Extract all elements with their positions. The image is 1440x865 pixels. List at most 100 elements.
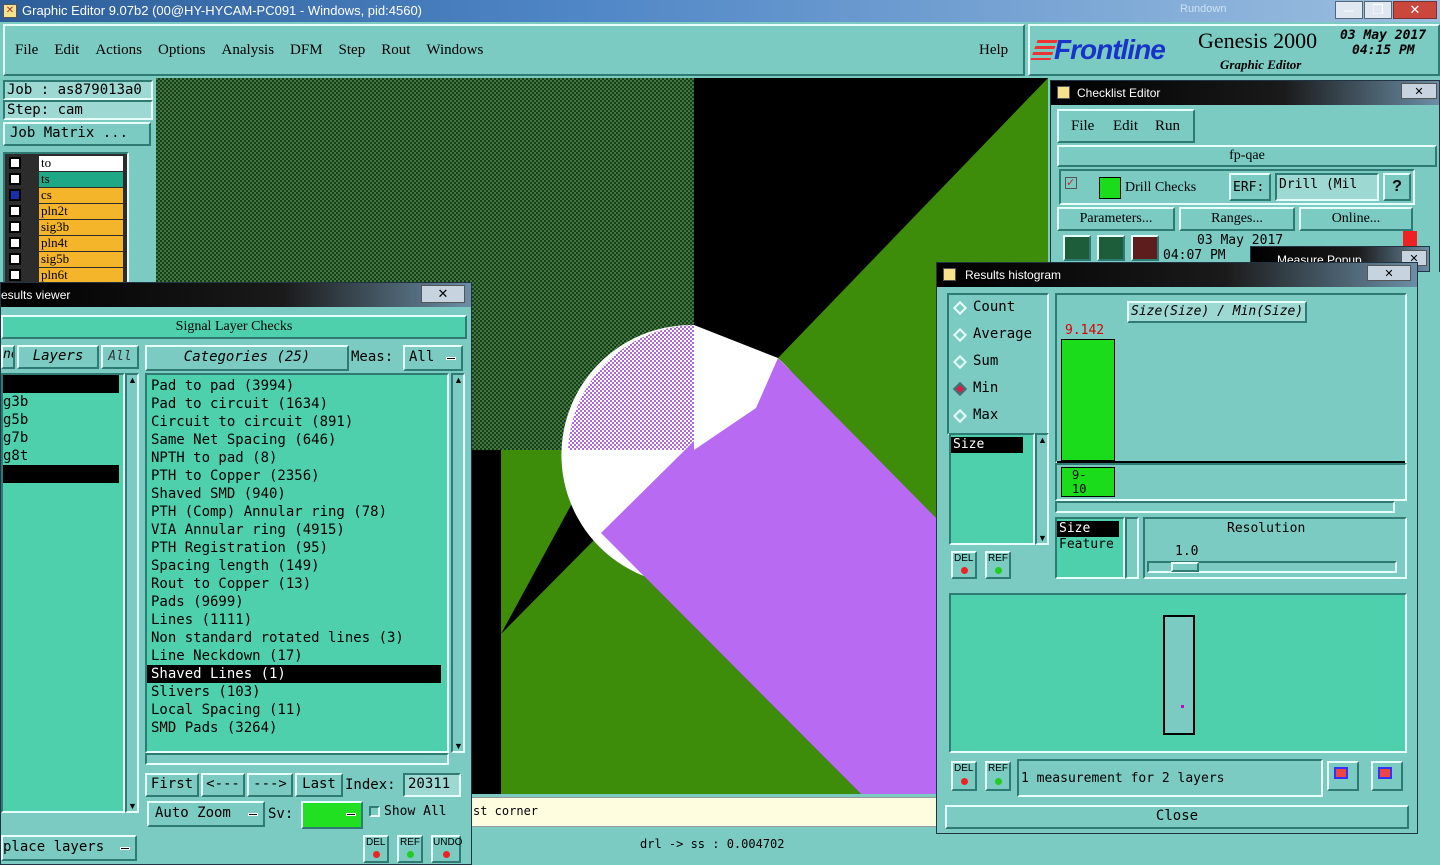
undo-button[interactable]: UNDO [431, 835, 462, 863]
layer-row[interactable]: pln2t [5, 204, 127, 219]
layer-result-item[interactable]: g8t [3, 447, 123, 465]
list-item-size[interactable]: Size [951, 437, 1023, 453]
layer-result-item[interactable] [3, 465, 119, 483]
menu-analysis[interactable]: Analysis [222, 42, 275, 59]
ref-button[interactable]: REF [397, 835, 423, 863]
category-item[interactable]: Slivers (103) [147, 683, 447, 701]
checklist-menu-edit[interactable]: Edit [1113, 118, 1138, 135]
axis-list-scrollbar[interactable] [1125, 517, 1139, 579]
feature-preview[interactable] [949, 593, 1407, 753]
menu-edit[interactable]: Edit [54, 42, 79, 59]
layer-checkbox[interactable] [9, 157, 21, 169]
category-item[interactable]: Pad to pad (3994) [147, 377, 447, 395]
categories-hscroll[interactable] [145, 753, 449, 765]
layers-all-button[interactable]: All [101, 345, 139, 369]
category-item[interactable]: NPTH to pad (8) [147, 449, 447, 467]
preview-del-button[interactable]: DEL [951, 761, 977, 791]
results-viewer-close-button[interactable]: ✕ [421, 285, 465, 303]
category-item[interactable]: Shaved SMD (940) [147, 485, 447, 503]
menu-file[interactable]: File [15, 42, 38, 59]
zoom-fit-icon[interactable] [1371, 761, 1403, 791]
layer-result-item[interactable]: g7b [3, 429, 123, 447]
parameters-button[interactable]: Parameters... [1057, 207, 1175, 231]
checklist-menu-run[interactable]: Run [1155, 118, 1180, 135]
category-item[interactable]: Lines (1111) [147, 611, 447, 629]
layer-row[interactable]: to [5, 156, 127, 171]
categories-scrollbar[interactable]: ▲ ▼ [451, 373, 465, 753]
category-item[interactable]: Local Spacing (11) [147, 701, 447, 719]
erf-value[interactable]: Drill (Mil [1275, 173, 1379, 201]
check-enabled-checkbox[interactable]: ✓ [1065, 177, 1077, 189]
hist-del-button[interactable]: DEL [951, 551, 977, 579]
run-all-icon[interactable] [1097, 235, 1125, 261]
category-item[interactable]: Shaved Lines (1) [147, 665, 441, 683]
check-name[interactable]: Drill Checks [1125, 180, 1196, 196]
histogram-close-bottom-button[interactable]: Close [945, 805, 1409, 829]
layer-checkbox[interactable] [9, 205, 21, 217]
scroll-up-icon[interactable]: ▲ [1038, 435, 1047, 445]
tab-ne[interactable]: ne [1, 345, 15, 369]
checklist-help-button[interactable]: ? [1383, 173, 1411, 201]
menu-options[interactable]: Options [158, 42, 206, 59]
category-item[interactable]: Rout to Copper (13) [147, 575, 447, 593]
scroll-down-icon[interactable]: ▼ [1038, 533, 1047, 543]
menu-help[interactable]: Help [979, 42, 1008, 59]
preview-ref-button[interactable]: REF [985, 761, 1011, 791]
layer-row[interactable]: cs [5, 188, 127, 203]
layer-checkbox[interactable] [9, 237, 21, 249]
category-item[interactable]: SMD Pads (3264) [147, 719, 447, 737]
category-item[interactable]: Circuit to circuit (891) [147, 413, 447, 431]
checklist-close-button[interactable]: ✕ [1401, 83, 1437, 99]
layer-checkbox[interactable] [9, 173, 21, 185]
meas-select[interactable]: All [403, 345, 463, 371]
histogram-close-button[interactable]: ✕ [1367, 265, 1411, 281]
layer-checkbox[interactable] [9, 253, 21, 265]
layers-tab[interactable]: Layers [17, 345, 99, 369]
category-item[interactable]: Non standard rotated lines (3) [147, 629, 447, 647]
category-item[interactable]: PTH Registration (95) [147, 539, 447, 557]
next-button[interactable]: ---> [247, 773, 293, 797]
menu-dfm[interactable]: DFM [290, 42, 323, 59]
scroll-up-icon[interactable]: ▲ [454, 375, 463, 385]
menu-actions[interactable]: Actions [95, 42, 142, 59]
run-icon[interactable] [1063, 235, 1091, 261]
layer-row[interactable]: pln6t [5, 268, 127, 283]
prev-button[interactable]: <--- [201, 773, 245, 797]
histogram-bar[interactable] [1061, 339, 1115, 461]
show-all-checkbox[interactable] [369, 806, 380, 817]
hist-ref-button[interactable]: REF [985, 551, 1011, 579]
category-item[interactable]: Line Neckdown (17) [147, 647, 447, 665]
measure-list-scrollbar[interactable]: ▲ ▼ [1035, 433, 1049, 545]
category-item[interactable]: Same Net Spacing (646) [147, 431, 447, 449]
ranges-button[interactable]: Ranges... [1179, 207, 1295, 231]
layer-result-item[interactable] [3, 375, 119, 393]
axis-feature[interactable]: Feature [1057, 537, 1123, 553]
category-item[interactable]: Pads (9699) [147, 593, 447, 611]
scroll-down-icon[interactable]: ▼ [128, 801, 137, 811]
sv-color-select[interactable] [301, 801, 363, 829]
axis-size[interactable]: Size [1057, 521, 1119, 537]
layer-checkbox[interactable] [9, 269, 21, 281]
zoom-to-feature-icon[interactable] [1327, 761, 1359, 791]
layer-result-item[interactable]: g3b [3, 393, 123, 411]
menu-step[interactable]: Step [339, 42, 366, 59]
category-item[interactable]: PTH (Comp) Annular ring (78) [147, 503, 447, 521]
job-matrix-button[interactable]: Job Matrix ... [3, 122, 151, 146]
scroll-down-icon[interactable]: ▼ [454, 741, 463, 751]
category-item[interactable]: PTH to Copper (2356) [147, 467, 447, 485]
bin-label[interactable]: 9- 10 [1061, 467, 1115, 497]
last-button[interactable]: Last [295, 773, 343, 797]
scroll-up-icon[interactable]: ▲ [128, 375, 137, 385]
checklist-menu-file[interactable]: File [1071, 118, 1094, 135]
layer-row[interactable]: pln4t [5, 236, 127, 251]
online-button[interactable]: Online... [1299, 207, 1413, 231]
layer-checkbox[interactable] [9, 189, 21, 201]
resolution-slider[interactable] [1147, 561, 1397, 573]
close-window-button[interactable]: ✕ [1393, 1, 1437, 19]
layer-results-scrollbar[interactable]: ▲ ▼ [125, 373, 139, 813]
bin-hscroll[interactable] [1055, 501, 1395, 513]
maximize-button[interactable]: ❐ [1364, 1, 1392, 19]
category-item[interactable]: Pad to circuit (1634) [147, 395, 447, 413]
slider-thumb[interactable] [1171, 562, 1199, 572]
del-button[interactable]: DEL [363, 835, 389, 863]
